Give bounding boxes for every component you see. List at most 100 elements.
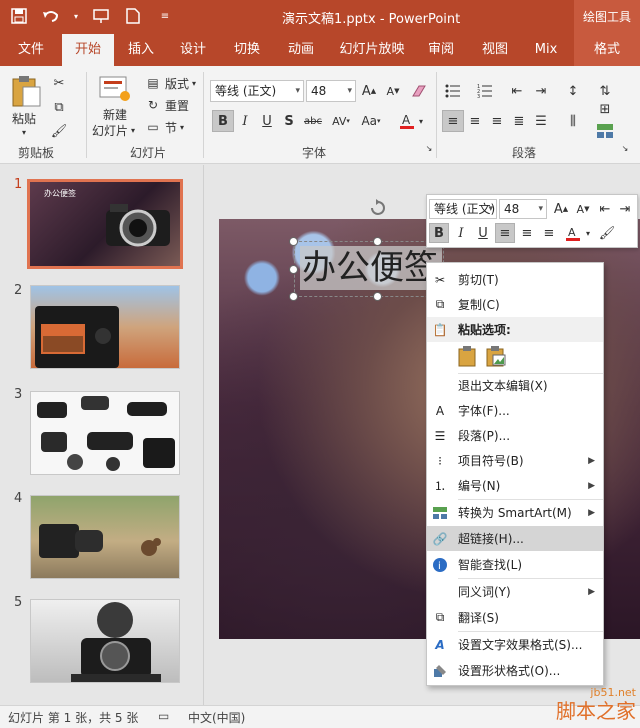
underline-button[interactable]: U [256,110,278,132]
convert-smartart-icon[interactable] [594,120,616,142]
resize-handle[interactable] [289,292,298,301]
shadow-button[interactable]: S [278,110,300,132]
mini-font-color-icon[interactable]: A [563,223,583,243]
tab-slideshow[interactable]: 幻灯片放映 [332,34,412,66]
numbering-icon[interactable]: 123 [474,80,496,102]
grow-font-icon[interactable]: A ▲ [358,80,380,102]
format-painter-icon[interactable]: 🖌 [48,120,70,142]
thumbnail-slide-4[interactable] [30,495,180,579]
new-slide-label-2[interactable]: 幻灯片 ▾ [92,122,135,139]
bold-button[interactable]: B [212,110,234,132]
italic-button[interactable]: I [234,110,256,132]
tab-design[interactable]: 设计 [170,34,216,66]
mini-grow-font-icon[interactable]: A ▲ [551,199,571,219]
clear-format-icon[interactable] [408,80,430,102]
thumbnail-slide-5[interactable] [30,599,180,683]
menu-item-smartart[interactable]: 转换为 SmartArt(M) ▶ [427,500,603,525]
resize-handle[interactable] [373,292,382,301]
cut-icon[interactable]: ✂ [48,72,70,94]
title-text-selected[interactable]: 办公便签 [300,246,442,290]
distributed-icon[interactable]: ☰ [530,110,552,132]
menu-item-copy[interactable]: ⧉ 复制(C) [427,292,603,317]
menu-item-font[interactable]: A 字体(F)... [427,398,603,423]
font-name-combo[interactable]: 等线 (正文) ▾ [210,80,304,102]
tab-view[interactable]: 视图 [472,34,518,66]
mini-align-center-icon[interactable]: ≡ [517,223,537,243]
thumbnail-slide-3[interactable] [30,391,180,475]
chevron-down-icon[interactable]: ▾ [72,6,80,26]
align-right-icon[interactable]: ≡ [486,110,508,132]
thumbnail-slide-1[interactable]: 办公便签 [27,179,183,269]
mini-align-left-icon[interactable]: ≡ [495,223,515,243]
reset-button[interactable]: ↻ 重置 [144,96,189,114]
menu-item-bullets[interactable]: ⁝ 项目符号(B) ▶ [427,448,603,473]
align-text-icon[interactable]: ⊞ [594,98,616,120]
mini-align-right-icon[interactable]: ≡ [539,223,559,243]
copy-icon[interactable]: ⧉ [48,96,70,118]
menu-item-translate[interactable]: ⧉ 翻译(S) [427,605,603,630]
mini-font-combo[interactable]: 等线 (正文) ▾ [429,199,497,219]
section-button[interactable]: ▭ 节 ▾ [144,118,184,136]
menu-item-exit-edit[interactable]: 退出文本编辑(X) [427,373,603,398]
tab-insert[interactable]: 插入 [118,34,164,66]
resize-handle[interactable] [373,237,382,246]
mini-size-combo[interactable]: 48 ▾ [499,199,547,219]
mini-format-painter-icon[interactable]: 🖌 [597,223,617,243]
menu-item-cut[interactable]: ✂ 剪切(T) [427,267,603,292]
char-spacing-button[interactable]: AV ▾ [328,110,354,132]
mini-underline-button[interactable]: U [473,223,493,243]
resize-handle[interactable] [289,265,298,274]
font-color-icon[interactable]: A [396,110,418,132]
increase-indent-icon[interactable]: ⇥ [530,80,552,102]
chevron-down-icon[interactable]: ▾ [416,110,426,132]
columns-icon[interactable]: ⫼ [562,110,584,132]
menu-item-text-effects[interactable]: A 设置文字效果格式(S)... [427,632,603,657]
dialog-launcher-icon[interactable]: ↘ [424,142,434,154]
tab-transitions[interactable]: 切换 [224,34,270,66]
align-left-icon[interactable]: ≡ [442,110,464,132]
resize-handle[interactable] [289,237,298,246]
mini-bold-button[interactable]: B [429,223,449,243]
new-slide-icon[interactable] [98,74,132,102]
menu-item-numbering[interactable]: ⒈ 编号(N) ▶ [427,473,603,498]
line-spacing-icon[interactable]: ↕ [562,80,584,102]
new-file-icon[interactable] [122,6,144,26]
decrease-indent-icon[interactable]: ⇤ [506,80,528,102]
font-size-combo[interactable]: 48 ▾ [306,80,356,102]
menu-item-paragraph[interactable]: ☰ 段落(P)... [427,423,603,448]
menu-item-shape-format[interactable]: 设置形状格式(O)... [427,658,603,683]
menu-item-hyperlink[interactable]: 🔗 超链接(H)... [427,526,603,551]
mini-decrease-indent-icon[interactable]: ⇤ [595,199,615,219]
tab-format[interactable]: 格式 [574,34,640,66]
undo-icon[interactable] [40,6,62,26]
thumbnail-slide-2[interactable] [30,285,180,369]
tab-review[interactable]: 审阅 [418,34,464,66]
slide-thumbnails-pane[interactable]: 1 办公便签 2 3 4 5 [0,165,204,705]
rotate-handle-icon[interactable] [368,198,388,218]
layout-button[interactable]: ▤ 版式 ▾ [144,74,196,92]
notes-icon[interactable]: ▭ [158,709,169,723]
tab-animations[interactable]: 动画 [278,34,324,66]
paste-picture-icon[interactable] [485,345,507,367]
change-case-button[interactable]: Aa ▾ [356,110,386,132]
paste-dropdown-icon[interactable]: ▾ [22,128,26,137]
mini-increase-indent-icon[interactable]: ⇥ [615,199,635,219]
strikethrough-button[interactable]: abc [300,110,326,132]
tab-home[interactable]: 开始 [62,34,114,66]
mini-shrink-font-icon[interactable]: A ▼ [573,199,593,219]
mini-italic-button[interactable]: I [451,223,471,243]
tab-file[interactable]: 文件 [8,34,54,66]
bullets-icon[interactable] [442,80,464,102]
shrink-font-icon[interactable]: A ▼ [382,80,404,102]
present-icon[interactable] [90,6,112,26]
new-slide-label-1[interactable]: 新建 [103,106,127,123]
language-indicator[interactable]: 中文(中国) [188,709,245,726]
menu-item-smart-lookup[interactable]: i 智能查找(L) [427,552,603,577]
tab-mix[interactable]: Mix [526,34,566,66]
menu-item-synonyms[interactable]: 同义词(Y) ▶ [427,579,603,604]
align-center-icon[interactable]: ≡ [464,110,486,132]
save-icon[interactable] [8,6,30,26]
justify-icon[interactable]: ≣ [508,110,530,132]
chevron-down-icon[interactable]: ▾ [583,223,593,243]
dialog-launcher-icon[interactable]: ↘ [620,142,630,154]
